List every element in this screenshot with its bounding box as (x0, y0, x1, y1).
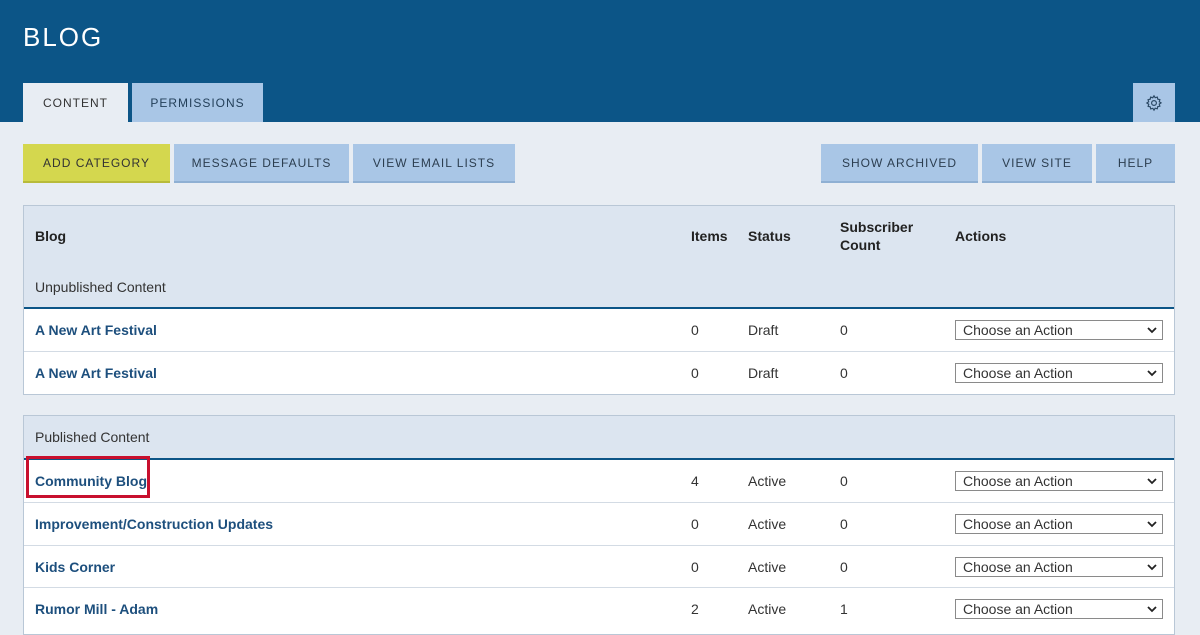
action-select[interactable]: Choose an Action (955, 363, 1163, 383)
chevron-down-icon (1147, 606, 1157, 613)
action-select[interactable]: Choose an Action (955, 320, 1163, 340)
table-row: Improvement/Construction Updates 0 Activ… (24, 502, 1174, 545)
action-select[interactable]: Choose an Action (955, 599, 1163, 619)
col-actions: Actions (955, 228, 1007, 244)
col-items: Items (691, 228, 728, 244)
action-select-value: Choose an Action (963, 322, 1073, 338)
help-button[interactable]: HELP (1096, 144, 1175, 183)
published-header: Published Content (24, 416, 1174, 458)
page-title: BLOG (23, 22, 104, 52)
col-subscriber-line1: Subscriber (840, 219, 914, 235)
blog-link[interactable]: Rumor Mill - Adam (35, 601, 158, 617)
view-email-lists-button[interactable]: VIEW EMAIL LISTS (353, 144, 515, 183)
status-text: Active (748, 601, 787, 617)
gear-icon (1145, 94, 1163, 111)
table-header: Blog Items Status Subscriber Count Actio… (24, 206, 1174, 308)
unpublished-table: Blog Items Status Subscriber Count Actio… (23, 205, 1175, 395)
blog-link[interactable]: A New Art Festival (35, 322, 157, 338)
blog-link[interactable]: Kids Corner (35, 559, 115, 575)
subscriber-count: 0 (840, 516, 848, 532)
message-defaults-button[interactable]: MESSAGE DEFAULTS (174, 144, 349, 183)
col-subscriber-count: Subscriber Count (840, 219, 913, 253)
subscriber-count: 0 (840, 473, 848, 489)
subscriber-count: 0 (840, 365, 848, 381)
items-count: 2 (691, 601, 699, 617)
published-table: Published Content Community Blog 4 Activ… (23, 415, 1175, 635)
chevron-down-icon (1147, 563, 1157, 570)
table-row: Rumor Mill - Adam 2 Active 1 Choose an A… (24, 587, 1174, 630)
chevron-down-icon (1147, 478, 1157, 485)
action-select-value: Choose an Action (963, 516, 1073, 532)
items-count: 4 (691, 473, 699, 489)
view-site-button[interactable]: VIEW SITE (982, 144, 1092, 183)
chevron-down-icon (1147, 327, 1157, 334)
unpublished-label: Unpublished Content (35, 279, 166, 295)
blog-link[interactable]: Community Blog (35, 473, 147, 489)
show-archived-button[interactable]: SHOW ARCHIVED (821, 144, 978, 183)
action-select-value: Choose an Action (963, 365, 1073, 381)
action-select[interactable]: Choose an Action (955, 514, 1163, 534)
tab-content[interactable]: CONTENT (23, 83, 128, 122)
status-text: Draft (748, 365, 779, 381)
items-count: 0 (691, 365, 699, 381)
items-count: 0 (691, 558, 699, 575)
action-select-value: Choose an Action (963, 601, 1073, 617)
action-select-value: Choose an Action (963, 558, 1073, 575)
chevron-down-icon (1147, 521, 1157, 528)
table-row: A New Art Festival 0 Draft 0 Choose an A… (24, 307, 1174, 351)
status-text: Active (748, 473, 787, 489)
blog-link[interactable]: Improvement/Construction Updates (35, 516, 273, 532)
status-text: Active (748, 516, 787, 532)
items-count: 0 (691, 322, 699, 338)
action-select[interactable]: Choose an Action (955, 556, 1163, 577)
col-blog: Blog (35, 228, 67, 244)
col-subscriber-line2: Count (840, 237, 881, 253)
items-count: 0 (691, 516, 699, 532)
action-select[interactable]: Choose an Action (955, 471, 1163, 491)
tab-permissions[interactable]: PERMISSIONS (132, 83, 263, 122)
header-bar: BLOG CONTENT PERMISSIONS (0, 0, 1200, 122)
action-select-value: Choose an Action (963, 473, 1073, 489)
subscriber-count: 0 (840, 322, 848, 338)
subscriber-count: 0 (840, 558, 848, 575)
chevron-down-icon (1147, 370, 1157, 377)
settings-button[interactable] (1133, 83, 1175, 122)
table-row: Community Blog 4 Active 0 Choose an Acti… (24, 456, 1174, 502)
table-row: A New Art Festival 0 Draft 0 Choose an A… (24, 351, 1174, 394)
add-category-button[interactable]: ADD CATEGORY (23, 144, 170, 183)
status-text: Draft (748, 322, 779, 338)
subscriber-count: 1 (840, 601, 848, 617)
col-status: Status (748, 228, 791, 244)
status-text: Active (748, 558, 787, 575)
blog-link[interactable]: A New Art Festival (35, 365, 157, 381)
table-row: Kids Corner 0 Active 0 Choose an Action (24, 545, 1174, 587)
published-label: Published Content (35, 429, 150, 445)
